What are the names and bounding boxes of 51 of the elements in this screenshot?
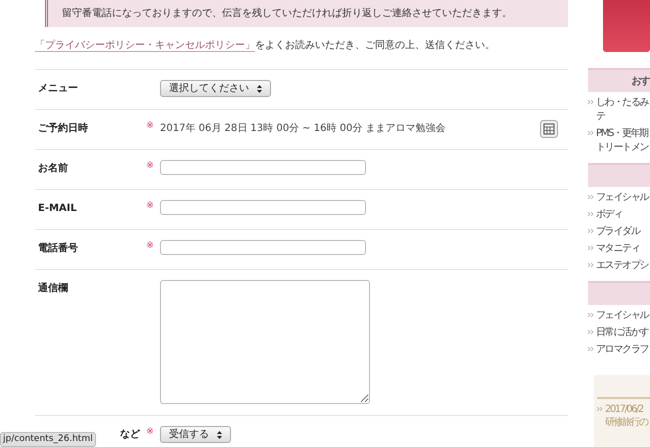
field-label: など — [119, 428, 140, 442]
field-label: メニュー — [37, 82, 78, 96]
text-input[interactable] — [160, 240, 366, 255]
section-heading — [588, 163, 650, 187]
required-mark: ※ — [146, 240, 154, 252]
sidebar-link[interactable]: マタニティ — [596, 242, 640, 256]
chevron-icon — [588, 312, 594, 318]
sidebar-link[interactable]: フェイシャル — [596, 309, 648, 323]
select-field[interactable]: 受信する — [160, 426, 231, 443]
required-mark: ※ — [146, 200, 154, 212]
chevron-icon — [588, 130, 594, 136]
field-label: ご予約日時 — [37, 122, 88, 136]
select-field[interactable]: 選択してください — [160, 80, 271, 97]
sidebar-link[interactable]: ブライダル — [596, 225, 640, 239]
chevron-icon — [588, 211, 594, 217]
sidebar-link[interactable]: 日常に活かす — [596, 326, 648, 340]
text-input[interactable] — [160, 200, 366, 215]
chevron-icon — [588, 194, 594, 200]
status-url: jp/contents_26.html — [0, 432, 96, 447]
chevron-icon — [597, 406, 603, 412]
sidebar-link[interactable]: ボディ — [596, 208, 622, 222]
calendar-icon[interactable] — [540, 120, 558, 138]
required-mark: ※ — [146, 160, 154, 172]
section-heading: おす — [588, 68, 650, 92]
banner-placeholder — [603, 0, 650, 52]
chevron-icon — [588, 245, 594, 251]
section-heading — [588, 281, 650, 305]
field-label: 通信欄 — [37, 282, 68, 296]
required-mark: ※ — [146, 426, 154, 438]
policy-text: 「プライバシーポリシー・キャンセルポリシー」をよくお読みいただき、ご同意の上、送信ください。 — [35, 38, 496, 53]
message-textarea[interactable] — [160, 280, 370, 404]
sidebar-link[interactable]: しわ・たるみ テ — [596, 96, 648, 124]
required-mark: ※ — [146, 120, 154, 132]
chevron-icon — [588, 228, 594, 234]
date-value: 2017年 06月 28日 13時 00分 ~ 16時 00分 ままアロマ勉強会 — [160, 122, 446, 136]
chevron-icon — [588, 346, 594, 352]
text-input[interactable] — [160, 160, 366, 175]
sidebar-link[interactable]: フェイシャル — [596, 191, 648, 205]
sidebar-link[interactable]: アロマクラフ — [596, 343, 648, 357]
chevron-icon — [588, 262, 594, 268]
updown-icon — [257, 84, 262, 92]
sidebar-link[interactable]: エステオプシ — [596, 259, 648, 273]
field-label: お名前 — [37, 162, 68, 176]
field-label: E-MAIL — [37, 202, 77, 216]
chevron-icon — [588, 329, 594, 335]
sidebar-link[interactable]: PMS・更年期 トリートメン — [596, 127, 648, 155]
chevron-icon — [588, 99, 594, 105]
policy-link[interactable]: 「プライバシーポリシー・キャンセルポリシー」 — [35, 40, 255, 52]
updown-icon — [217, 430, 222, 438]
notice-text: 留守番電話になっておりますので、伝言を残していただければ折り返しご連絡させていただきます。 — [62, 6, 512, 21]
field-label: 電話番号 — [37, 242, 78, 256]
